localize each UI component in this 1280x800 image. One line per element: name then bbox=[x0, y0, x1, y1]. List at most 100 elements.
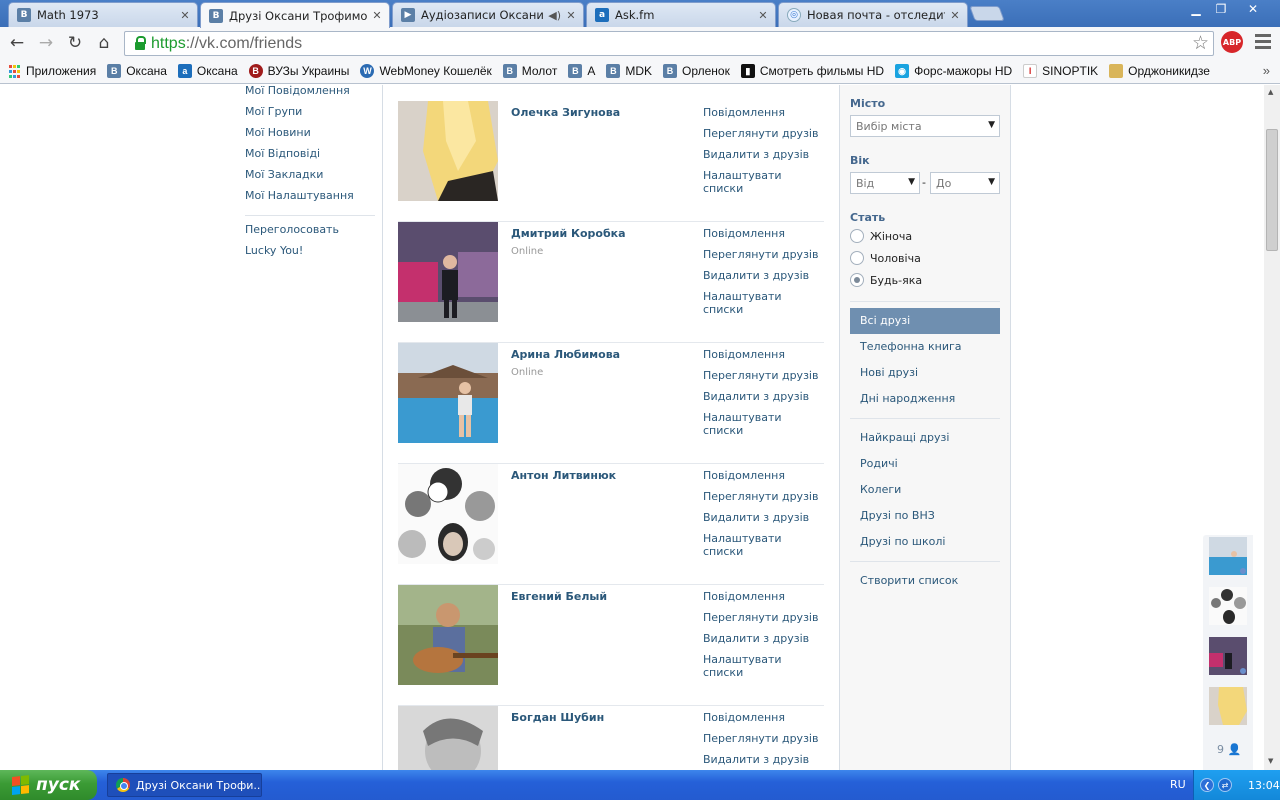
age-from-select[interactable]: Від ▼ bbox=[850, 172, 920, 194]
online-count[interactable]: 9 👤 bbox=[1217, 743, 1241, 756]
tab-friends[interactable]: B Друзі Оксани Трофимової | ✕ bbox=[200, 2, 390, 28]
age-to-select[interactable]: До ▼ bbox=[930, 172, 1000, 194]
friend-avatar[interactable] bbox=[398, 706, 498, 770]
send-message-link[interactable]: Повідомлення bbox=[703, 227, 824, 248]
scrollbar-thumb[interactable] bbox=[1266, 129, 1278, 251]
bookmark-item[interactable]: ▮ Смотреть фильмы HD bbox=[740, 64, 884, 78]
close-icon[interactable]: ✕ bbox=[949, 9, 961, 22]
remove-friend-link[interactable]: Видалити з друзів bbox=[703, 511, 824, 532]
remove-friend-link[interactable]: Видалити з друзів bbox=[703, 632, 824, 653]
friend-name[interactable]: Антон Литвинюк bbox=[511, 469, 616, 482]
bookmark-item[interactable]: W WebMoney Кошелёк bbox=[360, 64, 492, 78]
friend-name[interactable]: Дмитрий Коробка bbox=[511, 227, 626, 240]
setup-lists-link[interactable]: Налаштувати списки bbox=[703, 532, 824, 558]
send-message-link[interactable]: Повідомлення bbox=[703, 711, 824, 732]
friend-name[interactable]: Олечка Зигунова bbox=[511, 106, 620, 119]
home-icon[interactable]: ⌂ bbox=[93, 32, 115, 54]
bookmark-item[interactable]: ǀ SINOPTIK bbox=[1023, 64, 1098, 78]
bookmark-item[interactable]: ◉ Форс-мажоры HD bbox=[895, 64, 1012, 78]
view-friends-link[interactable]: Переглянути друзів bbox=[703, 732, 824, 753]
forward-icon[interactable]: → bbox=[35, 32, 57, 54]
friend-name[interactable]: Арина Любимова bbox=[511, 348, 620, 361]
close-icon[interactable]: ✕ bbox=[757, 9, 769, 22]
create-list-link[interactable]: Створити список bbox=[850, 568, 1000, 594]
page-scrollbar[interactable]: ▲ ▼ bbox=[1264, 85, 1280, 770]
friend-name[interactable]: Евгений Белый bbox=[511, 590, 607, 603]
view-friends-link[interactable]: Переглянути друзів bbox=[703, 127, 824, 148]
view-friends-link[interactable]: Переглянути друзів bbox=[703, 490, 824, 511]
address-bar[interactable]: https://vk.com/friends ☆ bbox=[124, 31, 1214, 56]
setup-lists-link[interactable]: Налаштувати списки bbox=[703, 169, 824, 195]
new-tab-button[interactable] bbox=[969, 6, 1005, 21]
menu-news[interactable]: Мої Новини bbox=[245, 126, 385, 147]
bookmark-star-icon[interactable]: ☆ bbox=[1192, 32, 1209, 54]
adblock-plus-icon[interactable]: ABP bbox=[1221, 31, 1243, 53]
list-relatives[interactable]: Родичі bbox=[850, 451, 1000, 477]
list-all-friends[interactable]: Всі друзі bbox=[850, 308, 1000, 334]
tab-mail[interactable]: ◎ Новая почта - отследить п ✕ bbox=[778, 2, 968, 27]
taskbar-chrome-window[interactable]: Друзі Оксани Трофи... bbox=[107, 773, 262, 797]
friend-avatar[interactable] bbox=[398, 101, 498, 201]
close-icon[interactable]: ✕ bbox=[565, 9, 577, 22]
menu-revote[interactable]: Переголосовать bbox=[245, 223, 385, 244]
back-icon[interactable]: ← bbox=[6, 32, 28, 54]
gender-any-radio[interactable]: Будь-яка bbox=[850, 273, 922, 287]
bookmark-item[interactable]: В ВУЗы Украины bbox=[248, 64, 349, 78]
bookmark-item[interactable]: ВА bbox=[568, 64, 595, 78]
list-school-friends[interactable]: Друзі по школі bbox=[850, 529, 1000, 555]
list-university-friends[interactable]: Друзі по ВНЗ bbox=[850, 503, 1000, 529]
list-phone-book[interactable]: Телефонна книга bbox=[850, 334, 1000, 360]
remove-friend-link[interactable]: Видалити з друзів bbox=[703, 390, 824, 411]
menu-lucky-you[interactable]: Lucky You! bbox=[245, 244, 385, 265]
bookmark-folder[interactable]: Орджоникидзе bbox=[1109, 64, 1210, 78]
restore-icon[interactable]: ❐ bbox=[1208, 0, 1234, 18]
language-indicator[interactable]: RU bbox=[1170, 778, 1186, 791]
tab-askfm[interactable]: a Ask.fm ✕ bbox=[586, 2, 776, 27]
menu-groups[interactable]: Мої Групи bbox=[245, 105, 385, 126]
send-message-link[interactable]: Повідомлення bbox=[703, 106, 824, 127]
send-message-link[interactable]: Повідомлення bbox=[703, 590, 824, 611]
send-message-link[interactable]: Повідомлення bbox=[703, 469, 824, 490]
menu-answers[interactable]: Мої Відповіді bbox=[245, 147, 385, 168]
chrome-menu-icon[interactable] bbox=[1255, 34, 1271, 52]
minimize-icon[interactable]: ▁ bbox=[1183, 0, 1209, 18]
tab-audio[interactable]: ▶ Аудіозаписи Оксани Тро ◀) ✕ bbox=[392, 2, 584, 27]
tray-expand-icon[interactable]: ❮ bbox=[1200, 778, 1214, 792]
list-best-friends[interactable]: Найкращі друзі bbox=[850, 425, 1000, 451]
list-colleagues[interactable]: Колеги bbox=[850, 477, 1000, 503]
dock-friend-avatar[interactable] bbox=[1209, 537, 1247, 575]
city-select[interactable]: Вибір міста ▼ bbox=[850, 115, 1000, 137]
gender-female-radio[interactable]: Жіноча bbox=[850, 229, 912, 243]
scroll-up-icon[interactable]: ▲ bbox=[1268, 88, 1273, 96]
start-button[interactable]: пуск bbox=[0, 770, 97, 800]
friend-avatar[interactable] bbox=[398, 585, 498, 685]
reload-icon[interactable]: ↻ bbox=[64, 32, 86, 54]
setup-lists-link[interactable]: Налаштувати списки bbox=[703, 290, 824, 316]
remove-friend-link[interactable]: Видалити з друзів bbox=[703, 753, 824, 770]
menu-messages[interactable]: Мої Повідомлення bbox=[245, 85, 385, 105]
list-birthdays[interactable]: Дні народження bbox=[850, 386, 1000, 412]
close-icon[interactable]: ✕ bbox=[371, 9, 383, 22]
bookmark-item[interactable]: a Оксана bbox=[177, 64, 238, 78]
menu-settings[interactable]: Мої Налаштування bbox=[245, 189, 385, 210]
bookmark-item[interactable]: В MDK bbox=[606, 64, 652, 78]
friend-avatar[interactable] bbox=[398, 222, 498, 322]
bookmark-apps[interactable]: Приложения bbox=[7, 64, 96, 78]
bookmark-item[interactable]: В Оксана bbox=[107, 64, 167, 78]
scroll-down-icon[interactable]: ▼ bbox=[1268, 757, 1273, 765]
network-icon[interactable]: ⇄ bbox=[1218, 778, 1232, 792]
clock[interactable]: 13:04 bbox=[1248, 779, 1280, 792]
friend-avatar[interactable] bbox=[398, 464, 498, 564]
bookmark-item[interactable]: В Молот bbox=[502, 64, 557, 78]
menu-bookmarks[interactable]: Мої Закладки bbox=[245, 168, 385, 189]
list-new-friends[interactable]: Нові друзі bbox=[850, 360, 1000, 386]
window-close-icon[interactable]: ✕ bbox=[1240, 0, 1266, 18]
friend-name[interactable]: Богдан Шубин bbox=[511, 711, 604, 724]
bookmark-item[interactable]: В Орленок bbox=[663, 64, 730, 78]
view-friends-link[interactable]: Переглянути друзів bbox=[703, 248, 824, 269]
view-friends-link[interactable]: Переглянути друзів bbox=[703, 611, 824, 632]
dock-friend-avatar[interactable] bbox=[1209, 587, 1247, 625]
setup-lists-link[interactable]: Налаштувати списки bbox=[703, 411, 824, 437]
tab-math-1973[interactable]: B Math 1973 ✕ bbox=[8, 2, 198, 27]
send-message-link[interactable]: Повідомлення bbox=[703, 348, 824, 369]
